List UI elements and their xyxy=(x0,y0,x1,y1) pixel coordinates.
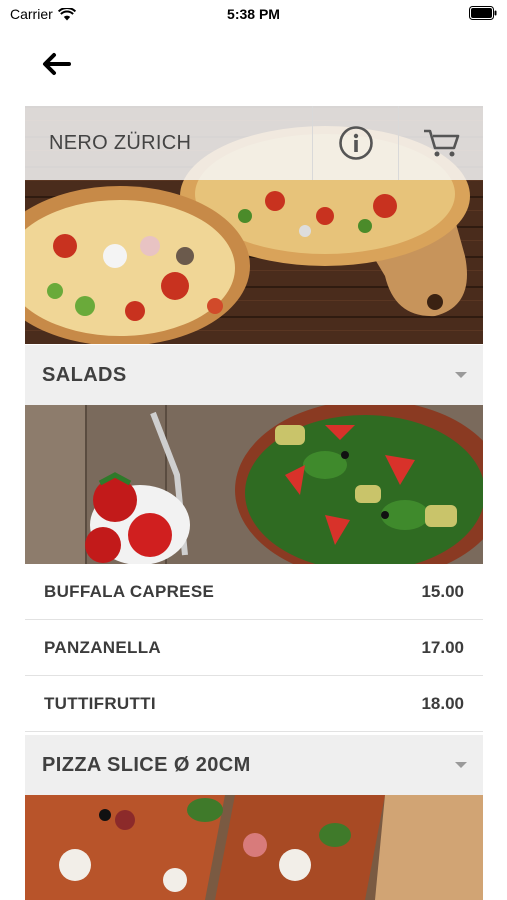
info-button[interactable] xyxy=(313,106,399,180)
back-button[interactable] xyxy=(40,50,72,78)
section-header-salads[interactable]: SALADS xyxy=(25,345,483,405)
cart-button[interactable] xyxy=(399,106,483,180)
restaurant-hero: NERO ZÜRICH xyxy=(25,106,483,344)
menu-item-price: 17.00 xyxy=(421,637,464,657)
menu-item-price: 15.00 xyxy=(421,581,464,601)
pizza-slice-image xyxy=(25,795,483,900)
restaurant-header-bar: NERO ZÜRICH xyxy=(25,106,483,180)
menu-item-name: PANZANELLA xyxy=(44,637,161,657)
menu-item[interactable]: BUFFALA CAPRESE 15.00 xyxy=(25,564,483,620)
salad-photo xyxy=(25,405,483,564)
salad-image xyxy=(25,405,483,564)
section-header-pizza-slice[interactable]: PIZZA SLICE Ø 20CM xyxy=(25,735,483,795)
arrow-left-icon xyxy=(43,53,71,75)
section-title: SALADS xyxy=(42,363,127,386)
menu-section-pizza-slice: PIZZA SLICE Ø 20CM xyxy=(25,735,483,900)
section-title: PIZZA SLICE Ø 20CM xyxy=(42,753,251,776)
battery-icon xyxy=(469,6,497,20)
menu-item-price: 18.00 xyxy=(421,693,464,713)
menu-section-salads: SALADS BUFFALA CAPRESE 15.00 PANZANELLA … xyxy=(25,345,483,732)
menu-item-name: BUFFALA CAPRESE xyxy=(44,581,215,601)
status-time: 5:38 PM xyxy=(227,6,280,22)
chevron-down-icon xyxy=(455,372,467,378)
status-bar: Carrier 5:38 PM xyxy=(0,0,507,30)
restaurant-name: NERO ZÜRICH xyxy=(49,132,192,154)
cart-icon xyxy=(424,129,460,157)
pizza-slice-photo xyxy=(25,795,483,900)
menu-item[interactable]: TUTTIFRUTTI 18.00 xyxy=(25,676,483,732)
chevron-down-icon xyxy=(455,762,467,768)
info-icon xyxy=(339,126,373,160)
menu-item-name: TUTTIFRUTTI xyxy=(44,693,156,713)
menu-item[interactable]: PANZANELLA 17.00 xyxy=(25,620,483,676)
